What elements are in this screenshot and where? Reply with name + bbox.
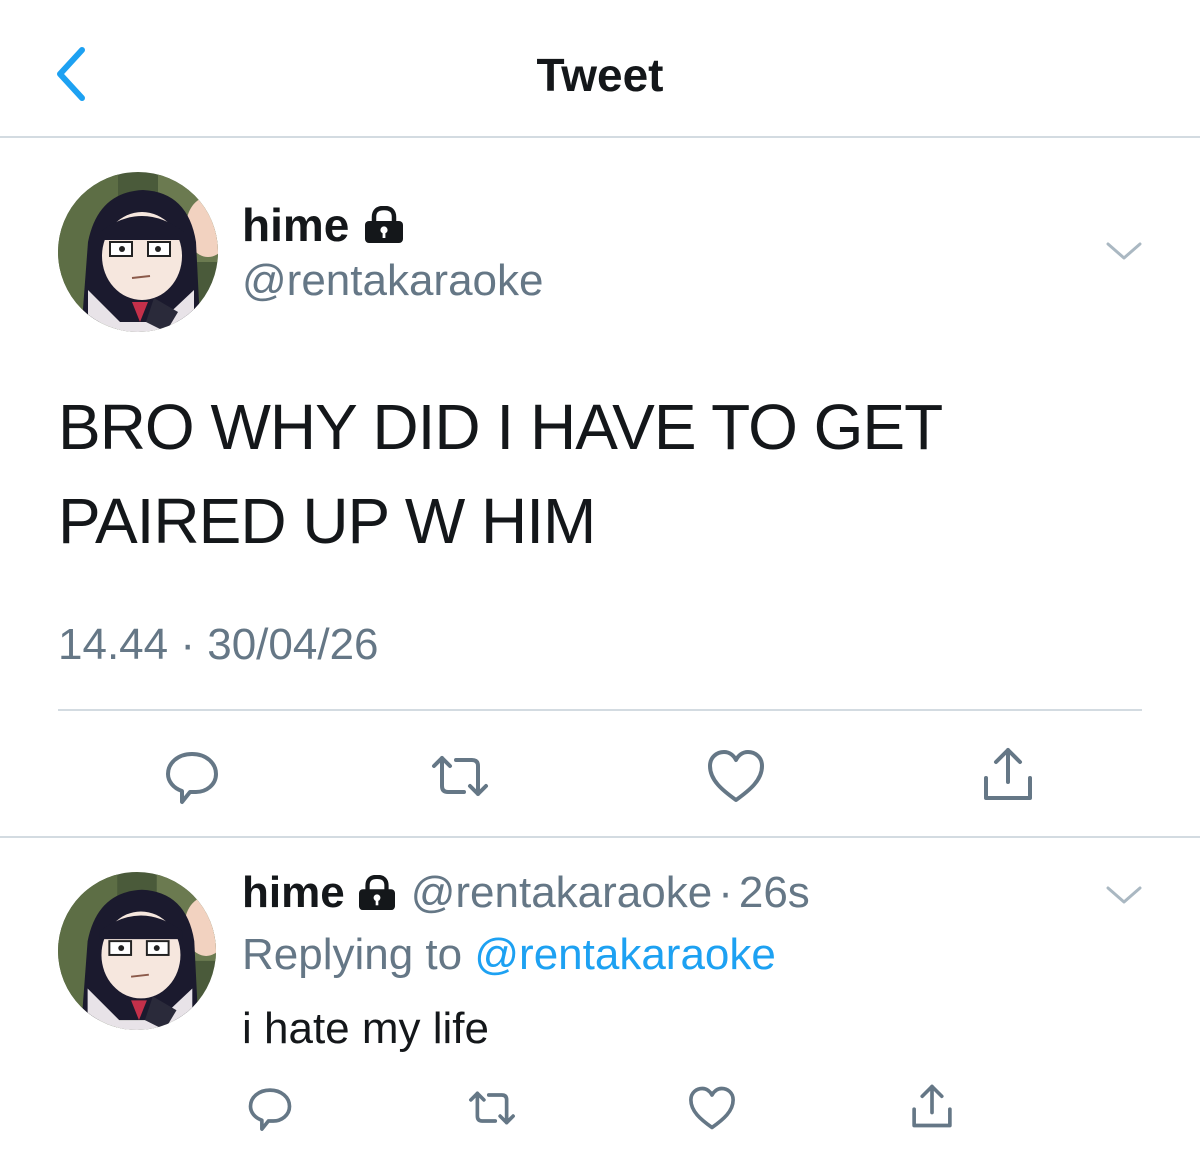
tweet-action-bar (0, 740, 1200, 810)
avatar[interactable] (58, 172, 218, 332)
reply-display-name[interactable]: hime (242, 868, 345, 918)
replying-handle-link[interactable]: @rentakaraoke (474, 930, 776, 979)
display-name[interactable]: hime (242, 198, 405, 252)
reply-avatar[interactable] (58, 872, 216, 1030)
comment-bubble-icon (166, 752, 218, 804)
lock-icon (357, 875, 397, 911)
share-button[interactable] (976, 742, 1040, 806)
reply-text: i hate my life (242, 1004, 489, 1053)
reply-button[interactable] (160, 744, 224, 808)
reply-menu-button[interactable] (1104, 880, 1144, 910)
reply-action-bar (0, 1078, 1200, 1138)
display-name-text: hime (242, 199, 350, 251)
tweet-time: 14.44 (58, 620, 169, 669)
replying-prefix: Replying to (242, 930, 463, 979)
reply-time: 26s (738, 868, 810, 917)
lock-icon (363, 206, 405, 244)
tweet-menu-button[interactable] (1104, 236, 1144, 266)
nav-bar: Tweet (0, 0, 1200, 138)
avatar-image (58, 172, 218, 332)
meta-separator: · (718, 868, 733, 917)
handle[interactable]: @rentakaraoke (242, 256, 544, 306)
retweet-button[interactable] (428, 744, 492, 808)
divider (0, 836, 1200, 838)
share-button[interactable] (906, 1080, 958, 1132)
retweet-button[interactable] (466, 1082, 518, 1134)
chevron-down-icon (1106, 242, 1142, 260)
share-upload-icon (912, 1084, 952, 1128)
reply-handle[interactable]: @rentakaraoke (411, 868, 713, 918)
replying-to: Replying to @rentakaraoke (242, 930, 776, 980)
avatar-image (58, 872, 216, 1030)
share-upload-icon (984, 748, 1032, 800)
tweet-text: BRO WHY DID I HAVE TO GET PAIRED UP W HI… (58, 391, 942, 557)
chevron-down-icon (1106, 886, 1142, 904)
tweet-timestamp: 14.44 · 30/04/26 (58, 620, 379, 670)
heart-icon (708, 750, 764, 802)
like-button[interactable] (686, 1082, 738, 1134)
like-button[interactable] (704, 744, 768, 808)
divider (58, 709, 1142, 711)
comment-bubble-icon (248, 1088, 292, 1131)
heart-icon (689, 1086, 735, 1130)
reply-header: hime @rentakaraoke · 26s (242, 868, 810, 918)
reply-button[interactable] (244, 1082, 296, 1134)
page-title: Tweet (536, 49, 664, 101)
retweet-icon (469, 1091, 515, 1125)
tweet-date: 30/04/26 (207, 620, 379, 669)
retweet-icon (432, 756, 488, 796)
meta-separator: · (180, 620, 195, 669)
